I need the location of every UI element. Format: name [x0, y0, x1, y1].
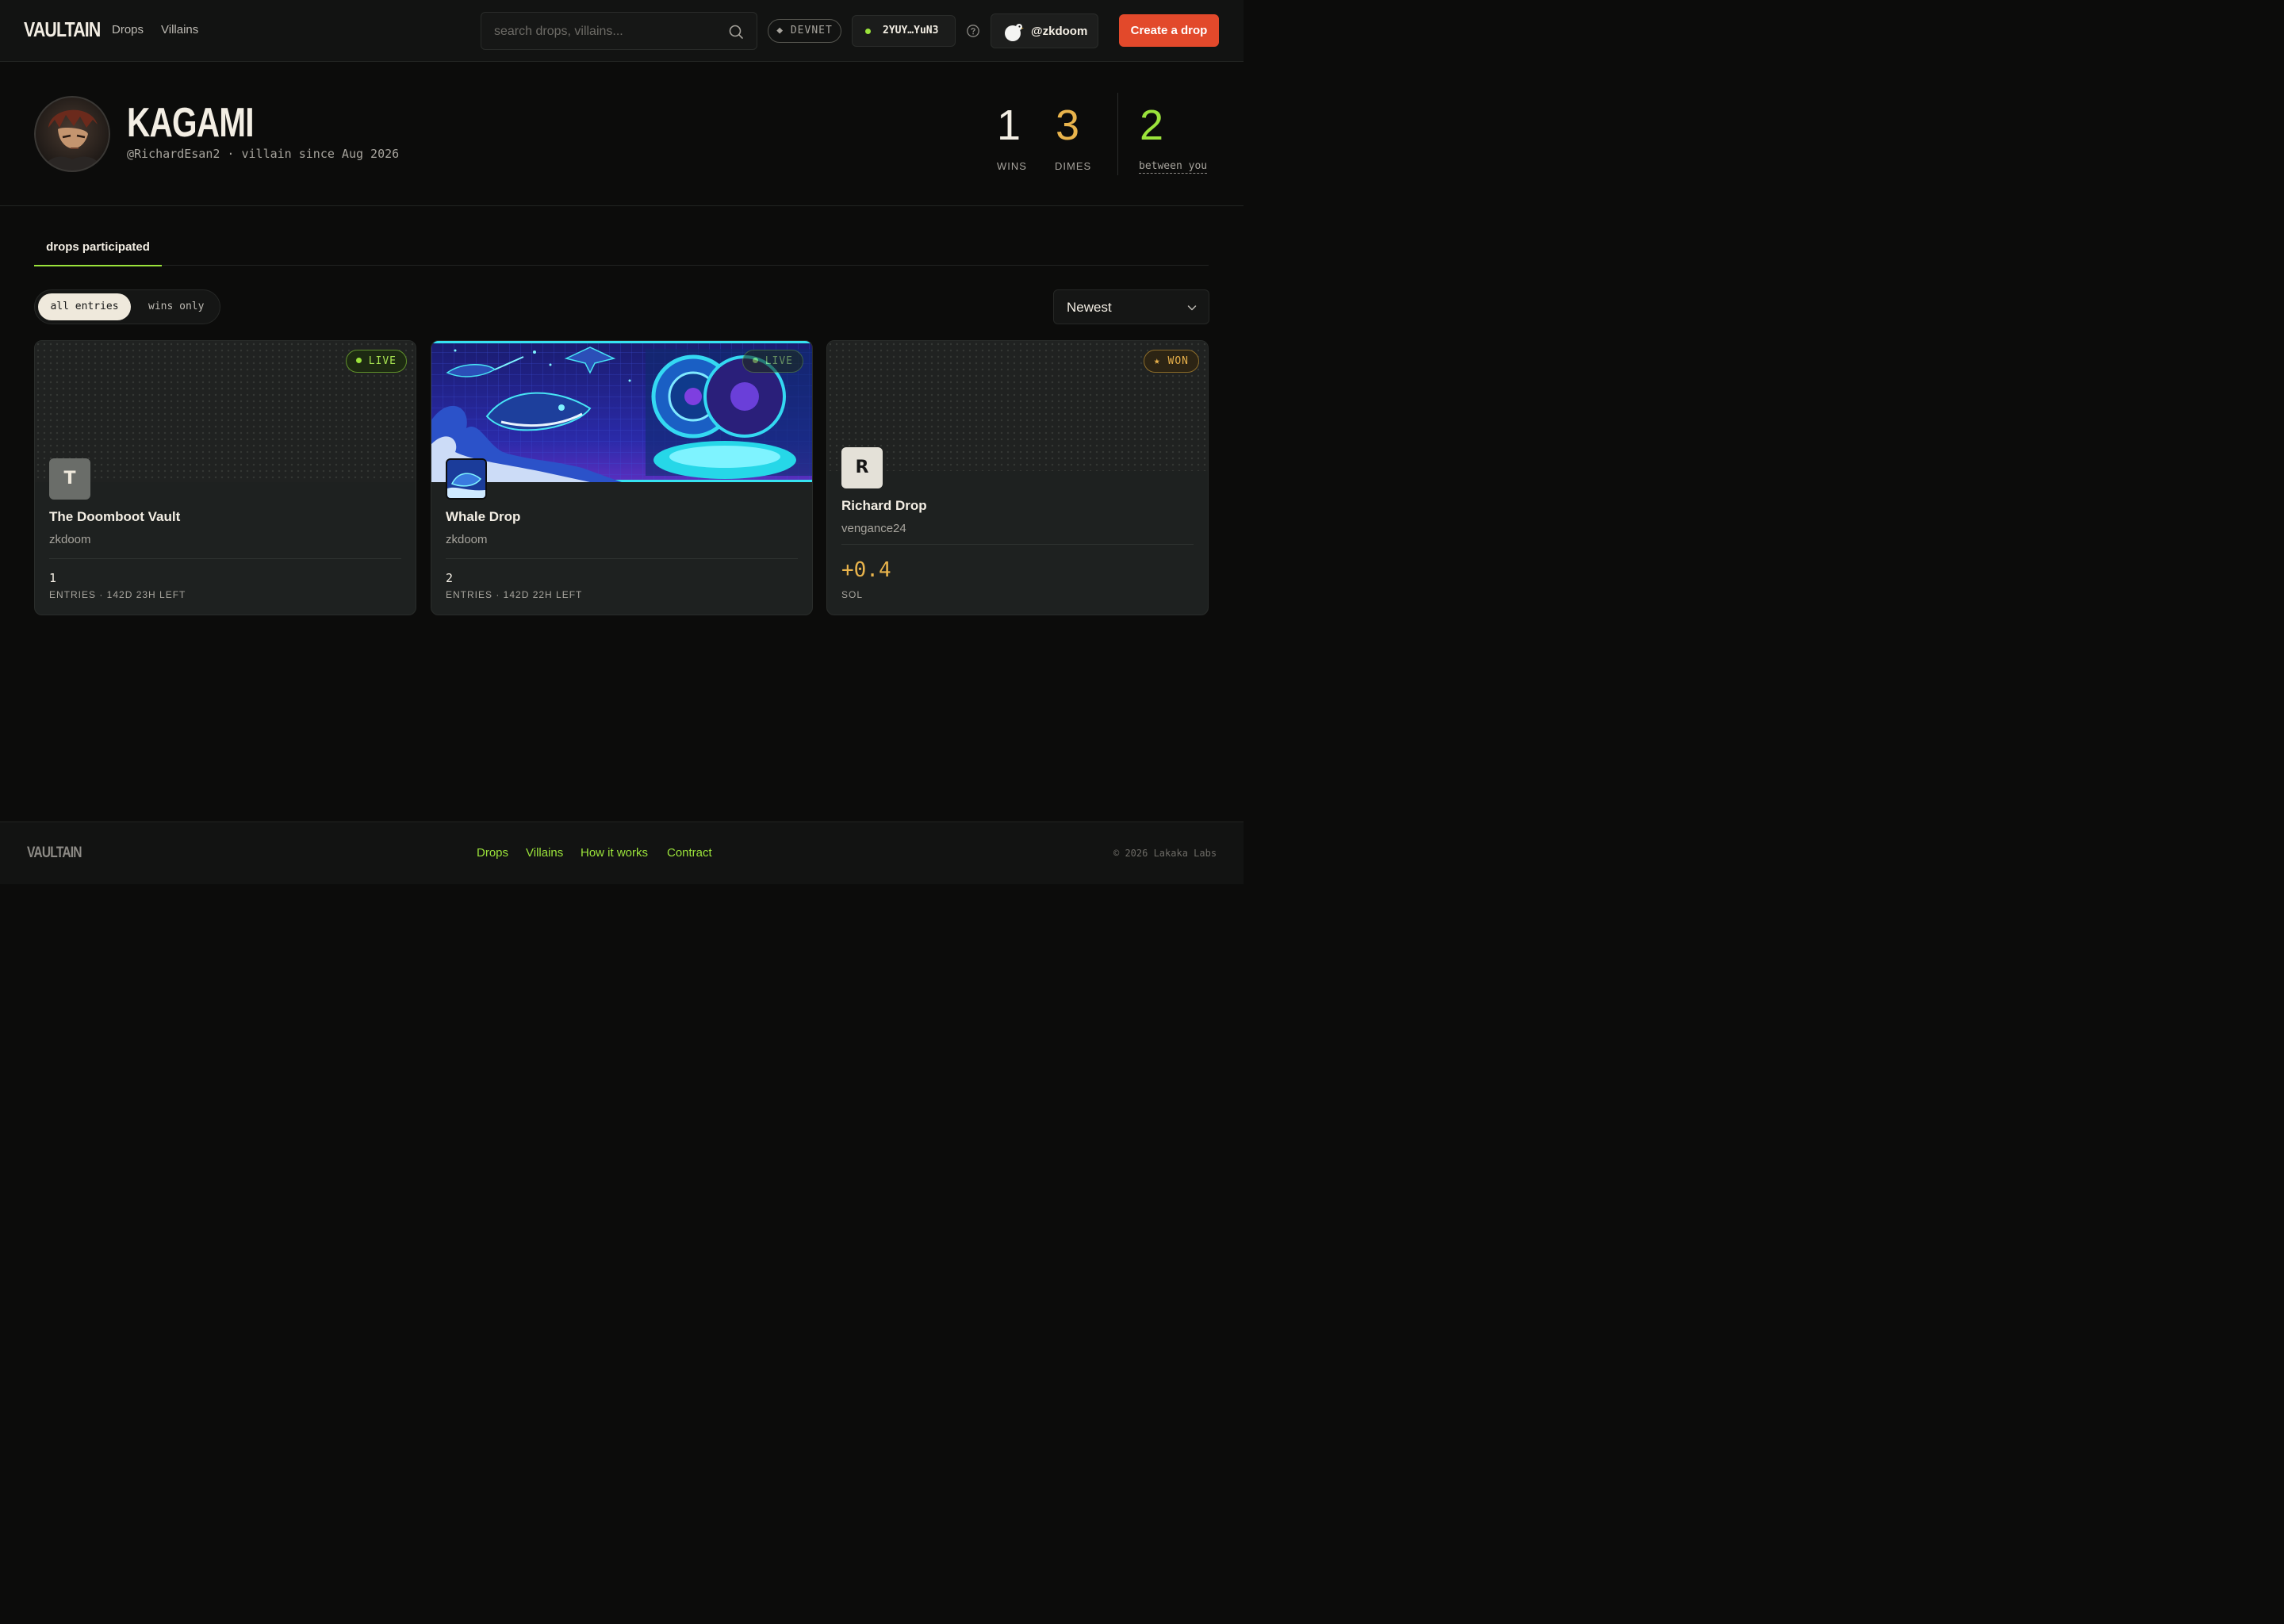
drop-title: Richard Drop	[841, 498, 927, 513]
footer-logo[interactable]: VAULTAIN	[27, 845, 82, 862]
create-drop-button[interactable]: Create a drop	[1119, 14, 1219, 47]
card-divider	[446, 558, 798, 559]
footer: VAULTAIN Drops Villains How it works Con…	[0, 822, 1244, 884]
entry-filter-toggle: all entries wins only	[34, 289, 220, 324]
drop-card[interactable]: LIVE Whale Drop zkdoom 2 ENTRIES · 142D …	[431, 340, 813, 615]
dimes-label: DIMES	[1055, 160, 1092, 172]
drop-creator[interactable]: zkdoom	[49, 533, 91, 546]
between-count: 2	[1140, 102, 1164, 149]
copyright: © 2026 Lakaka Labs	[1113, 848, 1217, 859]
sol-label: SOL	[841, 589, 864, 600]
wins-label: WINS	[997, 160, 1027, 172]
filter-all-entries[interactable]: all entries	[38, 293, 131, 320]
search-placeholder: search drops, villains...	[494, 25, 623, 38]
wallet-button[interactable]: 2YUY…YuN3	[852, 15, 956, 47]
sol-winnings: +0.4	[841, 558, 891, 582]
drop-thumbnail: R	[841, 447, 883, 488]
between-you-link[interactable]: between you	[1139, 160, 1208, 174]
drop-title: The Doomboot Vault	[49, 509, 181, 524]
user-avatar-icon	[1005, 24, 1024, 41]
footer-link-contract[interactable]: Contract	[667, 846, 712, 860]
help-icon[interactable]	[966, 24, 980, 38]
network-badge[interactable]: ◆ DEVNET	[768, 19, 841, 43]
drop-creator[interactable]: zkdoom	[446, 533, 488, 546]
status-badge: LIVE	[742, 350, 803, 373]
profile-header: KAGAMI @RichardEsan2 · villain since Aug…	[0, 63, 1244, 206]
nav-villains[interactable]: Villains	[161, 23, 198, 36]
card-divider	[49, 558, 401, 559]
drop-thumbnail	[446, 458, 487, 500]
drop-card[interactable]: ★ WON R Richard Drop vengance24 +0.4 SOL	[826, 340, 1209, 615]
whale-thumbnail-image	[447, 460, 485, 498]
live-dot-icon	[752, 358, 758, 363]
filter-wins-only[interactable]: wins only	[148, 293, 204, 320]
card-divider	[841, 544, 1194, 545]
search-icon[interactable]	[728, 24, 744, 40]
sort-value: Newest	[1067, 300, 1112, 315]
entries-count: 1	[49, 571, 57, 585]
live-dot-icon	[355, 358, 362, 363]
avatar	[34, 96, 110, 172]
search-input[interactable]: search drops, villains...	[481, 12, 757, 50]
profile-handle: @RichardEsan2 · villain since Aug 2026	[127, 147, 400, 161]
nav-drops[interactable]: Drops	[112, 23, 144, 36]
drop-thumbnail: T	[49, 458, 90, 500]
wins-count: 1	[997, 102, 1021, 149]
sort-select[interactable]: Newest	[1053, 289, 1209, 324]
stats-divider	[1117, 93, 1118, 175]
entries-count: 2	[446, 571, 454, 585]
footer-link-drops[interactable]: Drops	[477, 846, 508, 860]
tab-drops-participated[interactable]: drops participated	[34, 240, 162, 266]
footer-link-villains[interactable]: Villains	[526, 846, 563, 860]
user-menu-button[interactable]: @zkdoom	[991, 13, 1098, 48]
top-bar: VAULTAIN Drops Villains search drops, vi…	[0, 0, 1244, 62]
footer-link-how-it-works[interactable]: How it works	[581, 846, 648, 860]
username: @zkdoom	[1031, 25, 1088, 38]
profile-avatar-image	[34, 96, 110, 172]
drop-title: Whale Drop	[446, 509, 521, 524]
status-badge: ★ WON	[1143, 350, 1199, 373]
status-badge: LIVE	[345, 350, 407, 373]
drop-creator[interactable]: vengance24	[841, 522, 906, 535]
status-dot-icon	[865, 29, 871, 34]
dimes-count: 3	[1056, 102, 1080, 149]
chevron-down-icon	[1187, 305, 1197, 311]
drop-card[interactable]: LIVE T The Doomboot Vault zkdoom 1 ENTRI…	[34, 340, 416, 615]
tabs-divider	[34, 265, 1209, 266]
wallet-address: 2YUY…YuN3	[883, 25, 939, 36]
entries-label: ENTRIES · 142D 22H LEFT	[446, 589, 583, 600]
logo[interactable]: VAULTAIN	[24, 17, 101, 42]
entries-label: ENTRIES · 142D 23H LEFT	[49, 589, 186, 600]
profile-name: KAGAMI	[127, 100, 255, 146]
